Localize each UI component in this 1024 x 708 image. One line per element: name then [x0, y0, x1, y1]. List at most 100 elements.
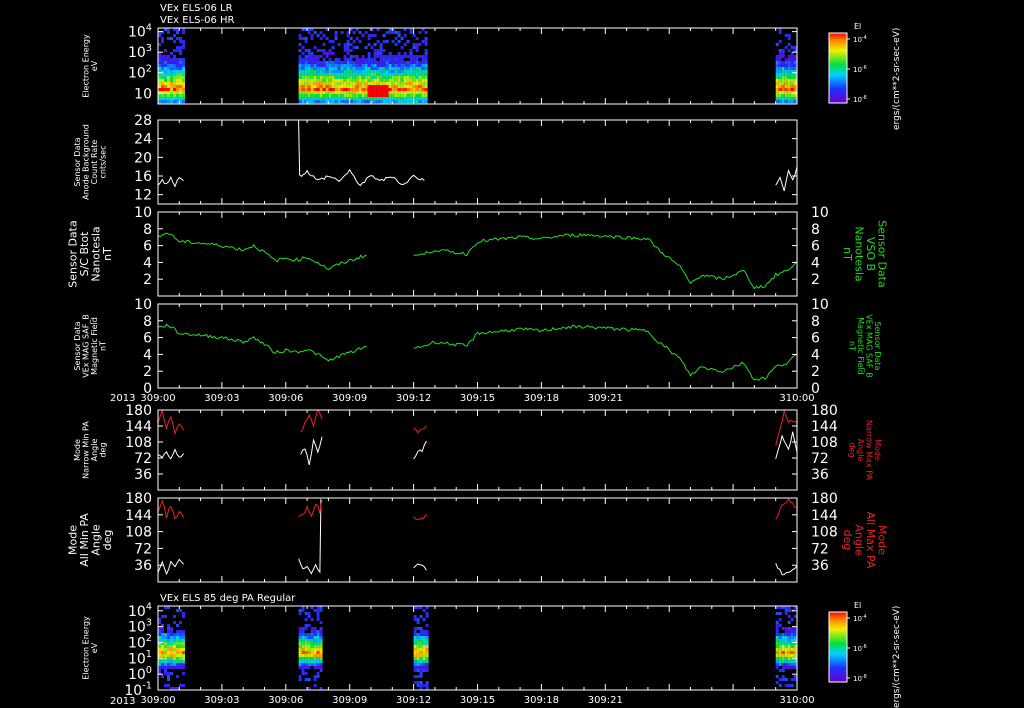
spectrogram-cell	[352, 88, 356, 91]
panel1-spectrogram: El10-410-610-810102103104Electron Energy…	[82, 22, 867, 105]
spectrogram-cell	[422, 609, 426, 612]
spectrogram-cell	[413, 663, 417, 666]
spectrogram-cell	[397, 55, 401, 58]
spectrogram-cell	[403, 76, 407, 79]
spectrogram-cell	[304, 678, 308, 681]
spectrogram-cell	[319, 651, 323, 654]
spectrogram-cell	[349, 49, 353, 52]
spectrogram-cell	[382, 85, 386, 88]
spectrogram-cell	[179, 654, 182, 657]
spectrogram-cell	[775, 636, 779, 639]
spectrogram-cell	[161, 639, 164, 642]
spectrogram-cell	[790, 648, 794, 651]
spectrogram-cell	[416, 633, 420, 636]
spectrogram-cell	[325, 82, 329, 85]
spectrogram-cell	[364, 91, 368, 94]
spectrogram-cell	[397, 88, 401, 91]
spectrogram-cell	[388, 94, 392, 97]
spectrogram-cell	[413, 651, 417, 654]
spectrogram-cell	[385, 91, 389, 94]
spectrogram-cell	[179, 46, 182, 49]
spectrogram-cell	[406, 61, 410, 64]
spectrogram-cell	[778, 79, 782, 82]
spectrogram-cell	[790, 88, 794, 91]
spectrogram-cell	[328, 73, 332, 76]
spectrogram-cell	[416, 645, 420, 648]
spectrogram-cell	[364, 100, 368, 103]
spectrogram-cell	[313, 61, 317, 64]
spectrogram-cell	[352, 70, 356, 73]
spectrogram-cell	[775, 675, 779, 678]
colorbar-label: El	[854, 22, 861, 31]
spectrogram-cell	[781, 61, 785, 64]
spectrogram-cell	[310, 651, 314, 654]
spectrogram-cell	[781, 660, 785, 663]
spectrogram-cell	[424, 52, 428, 55]
spectrogram-cell	[361, 64, 365, 67]
x-tick-label: 309:12	[396, 393, 431, 404]
spectrogram-cell	[340, 97, 344, 100]
spectrogram-cell	[161, 100, 164, 103]
spectrogram-cell	[304, 651, 308, 654]
spectrogram-cell	[364, 31, 368, 34]
spectrogram-cell	[313, 70, 317, 73]
panel2-anode-background: 1216202428Sensor Data Anode Background Cou…	[73, 113, 798, 205]
spectrogram-cell	[307, 648, 311, 651]
spectrogram-cell	[422, 630, 426, 633]
y-tick-label: 4	[143, 255, 152, 271]
spectrogram-cell	[406, 70, 410, 73]
spectrogram-cell	[310, 97, 314, 100]
spectrogram-cell	[775, 657, 779, 660]
spectrogram-cell	[784, 46, 788, 49]
spectrogram-cell	[319, 669, 323, 672]
spectrogram-cell	[182, 660, 185, 663]
spectrogram-cell	[173, 49, 176, 52]
spectrogram-cell	[415, 70, 419, 73]
spectrogram-cell	[367, 73, 371, 76]
spectrogram-cell	[419, 615, 423, 618]
series-line	[158, 323, 367, 362]
spectrogram-cell	[419, 639, 423, 642]
spectrogram-cell	[325, 88, 329, 91]
spectrogram-cell	[391, 55, 395, 58]
spectrogram-cell	[416, 648, 420, 651]
spectrogram-cell	[340, 88, 344, 91]
spectrogram-cell	[334, 31, 338, 34]
spectrogram-cell	[167, 672, 170, 675]
spectrogram-cell	[406, 82, 410, 85]
spectrogram-cell	[170, 76, 173, 79]
spectrogram-cell	[784, 651, 788, 654]
spectrogram-cell	[793, 636, 797, 639]
spectrogram-cell	[424, 61, 428, 64]
spectrogram-cell	[379, 61, 383, 64]
spectrogram-cell	[167, 73, 170, 76]
spectrogram-cell	[316, 70, 320, 73]
spectrogram-cell	[173, 64, 176, 67]
panel-frame	[157, 605, 798, 691]
y-tick-label: 2	[143, 272, 152, 288]
spectrogram-cell	[164, 67, 167, 70]
spectrogram-cell	[319, 94, 323, 97]
spectrogram-cell	[778, 85, 782, 88]
series-line	[413, 232, 797, 290]
spectrogram-cell	[319, 663, 323, 666]
spectrogram-cell	[346, 58, 350, 61]
spectrogram-cell	[385, 97, 389, 100]
spectrogram-cell	[316, 79, 320, 82]
spectrogram-cell	[425, 651, 429, 654]
spectrogram-cell	[301, 61, 305, 64]
spectrogram-cell	[313, 46, 317, 49]
spectrogram-cell	[415, 61, 419, 64]
spectrogram-cell	[419, 666, 423, 669]
spectrogram-cell	[376, 97, 380, 100]
spectrogram-cell	[316, 645, 320, 648]
spectrogram-cell	[325, 97, 329, 100]
spectrogram-cell	[182, 82, 185, 85]
spectrogram-cell	[304, 618, 308, 621]
spectrogram-cell	[322, 82, 326, 85]
spectrogram-cell	[337, 100, 341, 103]
spectrogram-cell	[413, 642, 417, 645]
spectrogram-cell	[164, 657, 167, 660]
spectrogram-cell	[316, 61, 320, 64]
spectrogram-cell	[406, 88, 410, 91]
